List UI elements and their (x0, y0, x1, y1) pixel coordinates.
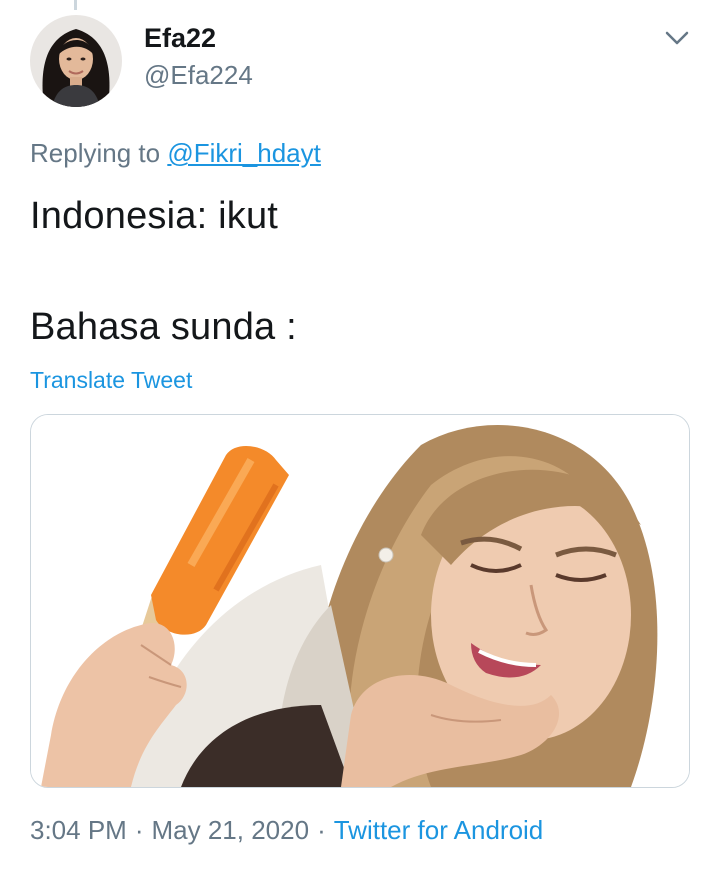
tweet-media-image[interactable] (30, 414, 690, 788)
user-handle[interactable]: @Efa224 (144, 60, 253, 91)
tweet-date[interactable]: May 21, 2020 (152, 815, 310, 845)
reply-prefix: Replying to (30, 138, 161, 168)
reply-context: Replying to @Fikri_hdayt (30, 138, 321, 169)
tweet: Efa22 @Efa224 Replying to @Fikri_hdayt I… (0, 0, 720, 870)
chevron-down-icon[interactable] (662, 26, 692, 50)
translate-tweet-link[interactable]: Translate Tweet (30, 367, 192, 394)
display-name[interactable]: Efa22 (144, 23, 216, 54)
avatar[interactable] (30, 15, 122, 107)
tweet-metadata: 3:04 PM · May 21, 2020 · Twitter for Android (30, 815, 543, 846)
tweet-text-line: Bahasa sunda : (30, 306, 297, 348)
meta-separator: · (317, 815, 326, 845)
meta-separator: · (134, 815, 144, 845)
tweet-text-line: Indonesia: ikut (30, 195, 279, 237)
reply-mention-link[interactable]: @Fikri_hdayt (167, 138, 321, 168)
thread-connector (74, 0, 77, 10)
tweet-source-link[interactable]: Twitter for Android (334, 815, 544, 845)
tweet-time[interactable]: 3:04 PM (30, 815, 127, 845)
